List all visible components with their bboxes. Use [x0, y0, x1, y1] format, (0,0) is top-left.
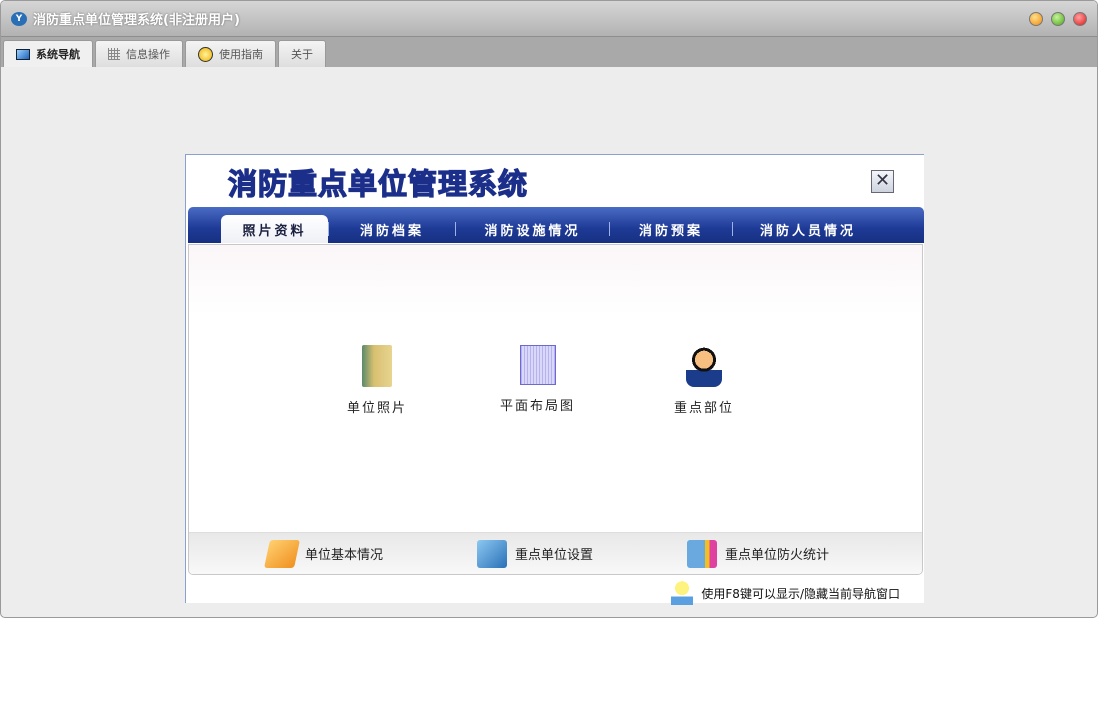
nav-tab-fire-archives[interactable]: 消防档案 — [329, 215, 455, 243]
floor-plan-icon — [519, 345, 556, 385]
folder-edit-icon — [264, 539, 300, 568]
navigation-panel: 消防重点单位管理系统 ✕ 照片资料 消防档案 消防设施情况 消防预案 消防人员情… — [185, 154, 924, 605]
minimize-button[interactable] — [1029, 12, 1043, 26]
person-icon — [686, 345, 722, 387]
main-tabs: 系统导航 信息操作 使用指南 关于 — [1, 37, 1097, 67]
key-areas-item[interactable]: 重点部位 — [674, 345, 734, 416]
fire-statistics-button[interactable]: 重点单位防火统计 — [687, 539, 830, 568]
tab-label: 信息操作 — [126, 48, 170, 61]
grid-icon — [108, 48, 120, 60]
tab-system-navigation[interactable]: 系统导航 — [3, 40, 93, 67]
nav-tab-personnel[interactable]: 消防人员情况 — [733, 215, 883, 243]
tab-user-guide[interactable]: 使用指南 — [185, 40, 276, 67]
action-label: 重点单位防火统计 — [725, 548, 830, 563]
item-label: 单位照片 — [347, 401, 408, 416]
lightbulb-icon — [671, 581, 694, 605]
nav-tab-photos[interactable]: 照片资料 — [221, 215, 328, 243]
key-unit-settings-button[interactable]: 重点单位设置 — [477, 539, 594, 568]
help-icon — [198, 46, 213, 62]
quick-actions-bar: 单位基本情况 重点单位设置 重点单位防火统计 — [189, 532, 922, 574]
window-title: 消防重点单位管理系统(非注册用户) — [33, 13, 240, 28]
item-label: 重点部位 — [674, 401, 735, 416]
folder-settings-icon — [477, 539, 507, 568]
maximize-button[interactable] — [1051, 12, 1065, 26]
action-label: 重点单位设置 — [515, 548, 594, 563]
close-panel-button[interactable]: ✕ — [871, 170, 894, 193]
action-label: 单位基本情况 — [305, 548, 384, 563]
title-bar: Y 消防重点单位管理系统(非注册用户) — [1, 1, 1097, 37]
nav-tab-plans[interactable]: 消防预案 — [610, 215, 732, 243]
floor-plan-item[interactable]: 平面布局图 — [500, 345, 575, 414]
tab-label: 关于 — [291, 48, 313, 61]
banner-title: 消防重点单位管理系统 — [227, 166, 529, 201]
panel-nav: 照片资料 消防档案 消防设施情况 消防预案 消防人员情况 — [188, 207, 924, 243]
nav-tab-facilities[interactable]: 消防设施情况 — [456, 215, 609, 243]
app-logo-icon: Y — [11, 11, 27, 26]
panel-content: 单位照片 平面布局图 重点部位 单位基本情况 重点单位设置 重点单位防火统计 — [188, 244, 923, 575]
tab-label: 系统导航 — [36, 48, 80, 61]
tab-info-operations[interactable]: 信息操作 — [95, 40, 183, 67]
item-label: 平面布局图 — [500, 399, 576, 414]
hint-text: 使用F8键可以显示/隐藏当前导航窗口 — [701, 586, 900, 601]
unit-basic-info-button[interactable]: 单位基本情况 — [264, 539, 384, 568]
main-window: Y 消防重点单位管理系统(非注册用户) 系统导航 信息操作 使用指南 关于 消防… — [0, 0, 1098, 618]
tab-about[interactable]: 关于 — [278, 40, 326, 67]
f8-hint: 使用F8键可以显示/隐藏当前导航窗口 — [671, 581, 900, 605]
close-button[interactable] — [1073, 12, 1087, 26]
tab-label: 使用指南 — [219, 48, 263, 61]
monitor-icon — [16, 48, 30, 60]
statistics-icon — [687, 539, 717, 568]
unit-photos-item[interactable]: 单位照片 — [347, 345, 407, 416]
photo-album-icon — [362, 345, 392, 387]
